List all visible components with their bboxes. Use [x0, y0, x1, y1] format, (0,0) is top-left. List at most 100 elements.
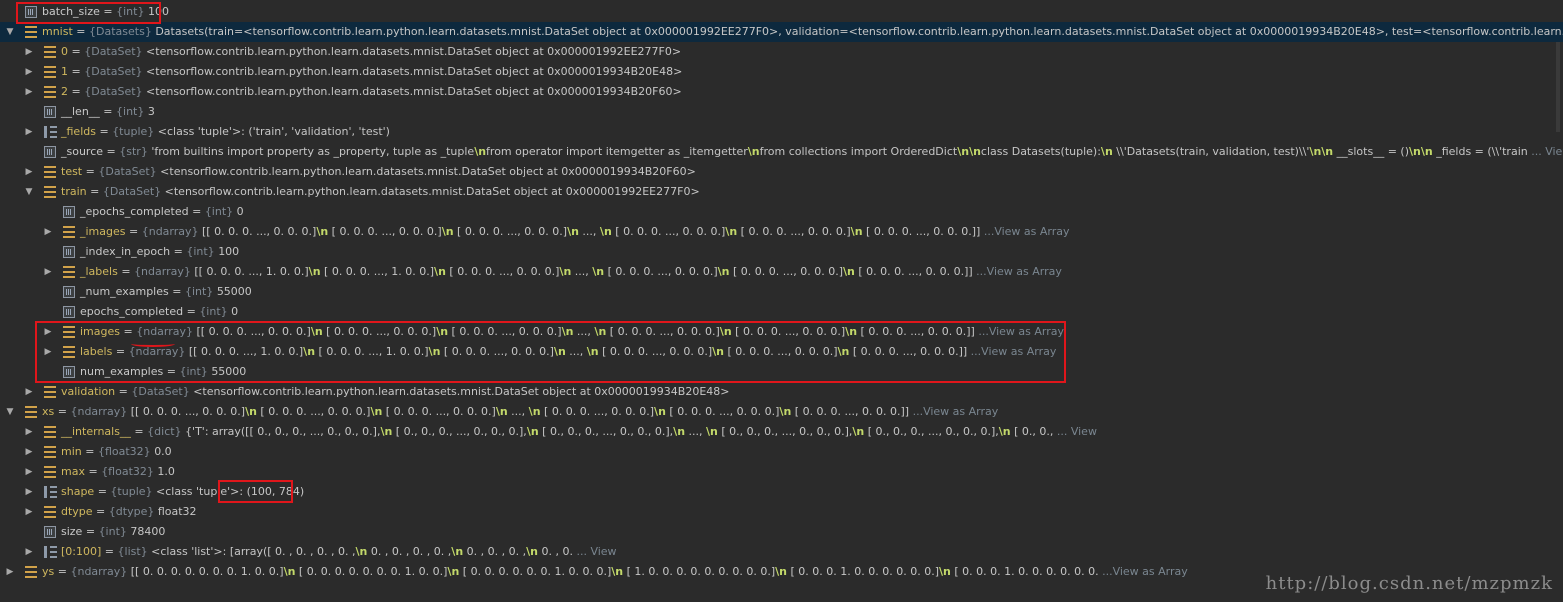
tree-row[interactable]: size = {int} 78400: [0, 522, 1563, 542]
variable-entry: [0:100] = {list} <class 'list'>: [array(…: [61, 545, 617, 558]
variable-name: _index_in_epoch: [80, 245, 171, 258]
expand-arrow-icon[interactable]: ▶: [4, 562, 16, 582]
object-icon: [25, 26, 37, 38]
tree-row[interactable]: ▼ mnist = {Datasets} Datasets(train=<tens…: [0, 22, 1563, 42]
collapse-arrow-icon[interactable]: ▼: [23, 182, 35, 202]
tree-row[interactable]: ▶ 2 = {DataSet} <tensorflow.contrib.learn…: [0, 82, 1563, 102]
tree-row[interactable]: ▶ shape = {tuple} <class 'tuple'>: (100, …: [0, 482, 1563, 502]
collapse-arrow-icon[interactable]: ▼: [4, 22, 16, 42]
variable-entry: _fields = {tuple} <class 'tuple'>: ('tra…: [61, 125, 390, 138]
variable-name: 2: [61, 85, 68, 98]
field-icon: [25, 6, 37, 18]
object-icon: [44, 466, 56, 478]
collapse-arrow-icon[interactable]: ▼: [4, 402, 16, 422]
view-as-array-link[interactable]: ...View as Array: [967, 345, 1057, 358]
expand-arrow-icon[interactable]: ▶: [42, 262, 54, 282]
expand-arrow-icon[interactable]: ▶: [42, 342, 54, 362]
variable-name: _labels: [80, 265, 118, 278]
variable-name: num_examples: [80, 365, 164, 378]
view-link[interactable]: ... View: [1053, 425, 1097, 438]
tree-row[interactable]: ▶ dtype = {dtype} float32: [0, 502, 1563, 522]
variable-name: __len__: [61, 105, 100, 118]
expand-arrow-icon[interactable]: ▶: [23, 162, 35, 182]
variable-entry: _images = {ndarray} [[ 0. 0. 0. ..., 0. …: [80, 225, 1070, 238]
variable-name: shape: [61, 485, 95, 498]
tree-row[interactable]: _num_examples = {int} 55000: [0, 282, 1563, 302]
view-as-array-link[interactable]: ...View as Array: [980, 225, 1070, 238]
expand-arrow-icon[interactable]: ▶: [23, 82, 35, 102]
variable-type: {ndarray}: [70, 565, 128, 578]
object-icon: [25, 566, 37, 578]
view-link[interactable]: ... View: [573, 545, 616, 558]
variable-type: {ndarray}: [136, 325, 194, 338]
variables-tree[interactable]: batch_size = {int} 100 ▼ mnist = {Datasets…: [0, 2, 1563, 582]
tree-row[interactable]: ▶ min = {float32} 0.0: [0, 442, 1563, 462]
variable-value: [[ 0. 0. 0. ..., 0. 0. 0.]\n [ 0. 0. 0. …: [196, 325, 975, 338]
variable-name: ys: [42, 565, 55, 578]
variable-type: {ndarray}: [70, 405, 128, 418]
tree-row[interactable]: num_examples = {int} 55000: [0, 362, 1563, 382]
expand-arrow-icon[interactable]: ▶: [23, 442, 35, 462]
view-link[interactable]: ... View: [1528, 145, 1563, 158]
variable-entry: max = {float32} 1.0: [61, 465, 175, 478]
tree-row[interactable]: ▶ images = {ndarray} [[ 0. 0. 0. ..., 0. …: [0, 322, 1563, 342]
tree-row[interactable]: _index_in_epoch = {int} 100: [0, 242, 1563, 262]
variable-value: <tensorflow.contrib.learn.python.learn.d…: [146, 65, 683, 78]
variable-name: xs: [42, 405, 55, 418]
tree-row[interactable]: ▼ xs = {ndarray} [[ 0. 0. 0. ..., 0. 0. 0…: [0, 402, 1563, 422]
variable-entry: 2 = {DataSet} <tensorflow.contrib.learn.…: [61, 85, 682, 98]
expand-arrow-icon[interactable]: ▶: [23, 42, 35, 62]
variable-type: {float32}: [101, 465, 154, 478]
variable-name: validation: [61, 385, 116, 398]
tree-row[interactable]: ▶ _images = {ndarray} [[ 0. 0. 0. ..., 0.…: [0, 222, 1563, 242]
object-icon: [63, 266, 75, 278]
expand-arrow-icon[interactable]: ▶: [42, 322, 54, 342]
expand-arrow-icon[interactable]: ▶: [23, 422, 35, 442]
tree-row[interactable]: ▶ labels = {ndarray} [[ 0. 0. 0. ..., 1. …: [0, 342, 1563, 362]
variable-entry: __len__ = {int} 3: [61, 105, 155, 118]
tree-row[interactable]: _source = {str} 'from builtins import pr…: [0, 142, 1563, 162]
view-as-array-link[interactable]: ...View as Array: [975, 325, 1064, 338]
variable-value: <tensorflow.contrib.learn.python.learn.d…: [146, 45, 682, 58]
tree-row[interactable]: epochs_completed = {int} 0: [0, 302, 1563, 322]
variable-value: 55000: [211, 365, 247, 378]
object-icon: [44, 66, 56, 78]
expand-arrow-icon[interactable]: ▶: [23, 482, 35, 502]
expand-arrow-icon[interactable]: ▶: [23, 382, 35, 402]
tree-row[interactable]: ▶ _fields = {tuple} <class 'tuple'>: ('tr…: [0, 122, 1563, 142]
scrollbar[interactable]: [1556, 42, 1560, 132]
tree-row[interactable]: ▶ 1 = {DataSet} <tensorflow.contrib.learn…: [0, 62, 1563, 82]
expand-arrow-icon[interactable]: ▶: [23, 462, 35, 482]
expand-arrow-icon[interactable]: ▶: [23, 502, 35, 522]
tree-row[interactable]: batch_size = {int} 100: [0, 2, 1563, 22]
tree-row[interactable]: __len__ = {int} 3: [0, 102, 1563, 122]
tree-row[interactable]: ▶ validation = {DataSet} <tensorflow.cont…: [0, 382, 1563, 402]
variable-entry: epochs_completed = {int} 0: [80, 305, 239, 318]
tree-row[interactable]: ▶ __internals__ = {dict} {'T': array([[ 0…: [0, 422, 1563, 442]
variable-type: {DataSet}: [98, 165, 157, 178]
variable-value: 'from builtins import property as _prope…: [151, 145, 1528, 158]
object-icon: [44, 386, 56, 398]
variable-entry: 1 = {DataSet} <tensorflow.contrib.learn.…: [61, 65, 683, 78]
view-as-array-link[interactable]: ...View as Array: [973, 265, 1062, 278]
variable-entry: min = {float32} 0.0: [61, 445, 172, 458]
object-icon: [44, 506, 56, 518]
tree-row[interactable]: ▶ _labels = {ndarray} [[ 0. 0. 0. ..., 1.…: [0, 262, 1563, 282]
tree-row[interactable]: ▶ test = {DataSet} <tensorflow.contrib.le…: [0, 162, 1563, 182]
tree-row[interactable]: _epochs_completed = {int} 0: [0, 202, 1563, 222]
variable-entry: xs = {ndarray} [[ 0. 0. 0. ..., 0. 0. 0.…: [42, 405, 999, 418]
expand-arrow-icon[interactable]: ▶: [23, 62, 35, 82]
expand-arrow-icon[interactable]: ▶: [42, 222, 54, 242]
view-as-array-link[interactable]: ...View as Array: [909, 405, 999, 418]
variable-entry: ys = {ndarray} [[ 0. 0. 0. 0. 0. 0. 0. 1…: [42, 565, 1188, 578]
variable-value: <class 'tuple'>: (100, 784): [156, 485, 305, 498]
view-as-array-link[interactable]: ...View as Array: [1099, 565, 1188, 578]
tree-row[interactable]: ▶ max = {float32} 1.0: [0, 462, 1563, 482]
expand-arrow-icon[interactable]: ▶: [23, 542, 35, 562]
tree-row[interactable]: ▼ train = {DataSet} <tensorflow.contrib.l…: [0, 182, 1563, 202]
tree-row[interactable]: ▶ 0 = {DataSet} <tensorflow.contrib.learn…: [0, 42, 1563, 62]
field-icon: [63, 246, 75, 258]
expand-arrow-icon[interactable]: ▶: [23, 122, 35, 142]
object-icon: [44, 166, 56, 178]
tree-row[interactable]: ▶ [0:100] = {list} <class 'list'>: [array…: [0, 542, 1563, 562]
